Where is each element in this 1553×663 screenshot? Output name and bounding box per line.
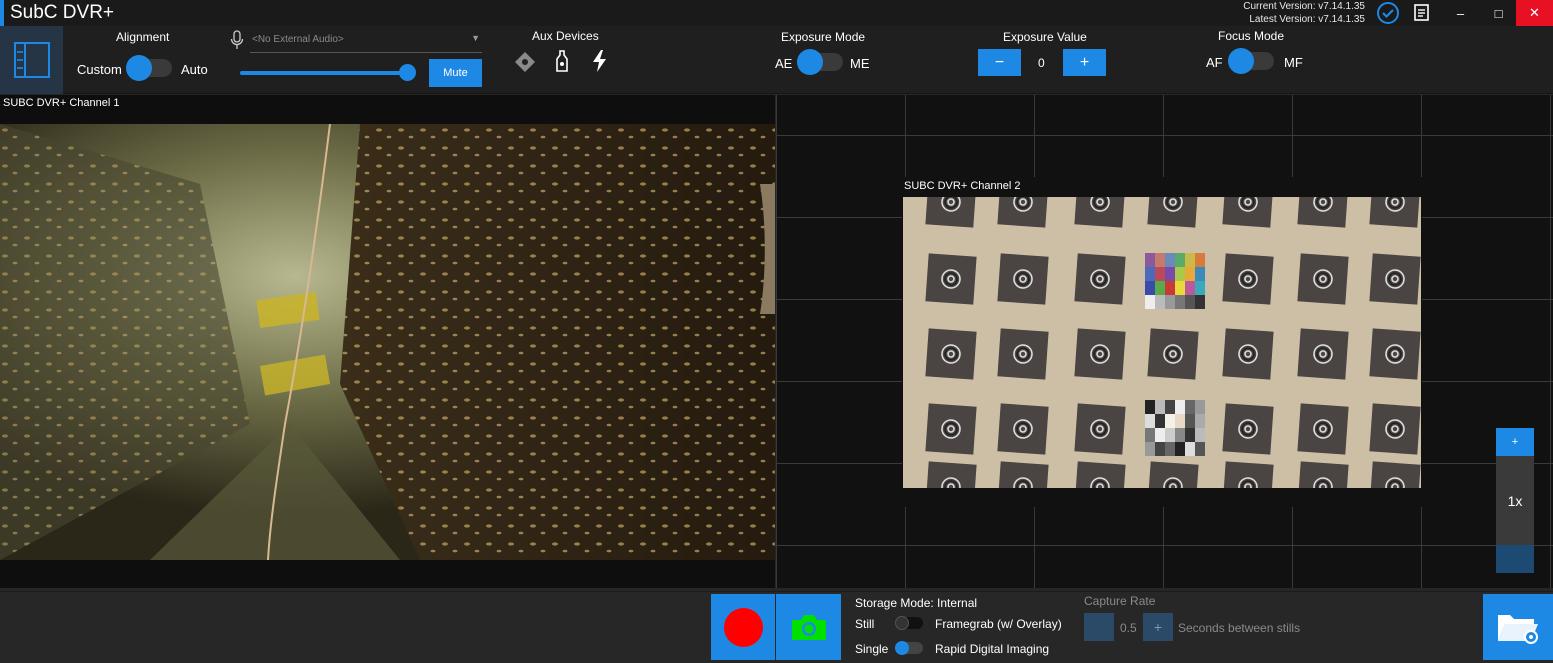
channel-2-title: SUBC DVR+ Channel 2 bbox=[904, 180, 1021, 192]
seconds-between-stills-label: Seconds between stills bbox=[1178, 621, 1301, 635]
focus-af-label: AF bbox=[1206, 55, 1223, 70]
exposure-value-label: Exposure Value bbox=[1003, 30, 1087, 44]
channel-2-video[interactable] bbox=[903, 176, 1421, 513]
capture-rate-increase-button[interactable]: + bbox=[1143, 613, 1173, 641]
framegrab-label: Framegrab (w/ Overlay) bbox=[935, 617, 1062, 631]
exposure-ae-label: AE bbox=[775, 56, 793, 71]
minimize-button[interactable]: – bbox=[1442, 0, 1479, 26]
volume-slider[interactable] bbox=[240, 71, 414, 75]
lamp-icon[interactable] bbox=[554, 49, 570, 78]
alignment-toggle[interactable] bbox=[126, 55, 172, 81]
record-icon bbox=[723, 607, 763, 647]
alignment-auto-label: Auto bbox=[181, 62, 208, 77]
camera-icon bbox=[791, 615, 826, 640]
chevron-down-icon: ▼ bbox=[471, 33, 480, 43]
exposure-increase-button[interactable]: + bbox=[1063, 49, 1106, 76]
alignment-custom-label: Custom bbox=[77, 62, 122, 77]
channel-1-video[interactable] bbox=[0, 123, 775, 561]
focus-mode-label: Focus Mode bbox=[1218, 29, 1285, 43]
zoom-in-button[interactable]: + bbox=[1496, 428, 1534, 456]
current-version: Current Version: v7.14.1.35 bbox=[1243, 1, 1365, 12]
exposure-mode-toggle[interactable] bbox=[797, 49, 843, 75]
open-folder-settings-button[interactable] bbox=[1483, 594, 1553, 660]
folder-settings-icon bbox=[1498, 615, 1538, 644]
focus-mf-label: MF bbox=[1284, 55, 1303, 70]
capture-still-button[interactable] bbox=[776, 594, 841, 660]
record-button[interactable] bbox=[711, 594, 775, 660]
capture-rate-decrease-button[interactable] bbox=[1084, 613, 1114, 641]
alignment-label: Alignment bbox=[116, 30, 170, 44]
zoom-out-button[interactable] bbox=[1496, 545, 1534, 573]
focus-mode-toggle[interactable] bbox=[1228, 48, 1274, 74]
audio-source-select[interactable]: <No External Audio> ▼ bbox=[250, 31, 482, 53]
laser-icon[interactable] bbox=[514, 51, 536, 78]
flash-icon[interactable] bbox=[590, 49, 608, 78]
sidebar-icon bbox=[13, 42, 50, 78]
single-label: Single bbox=[855, 642, 889, 656]
latest-version: Latest Version: v7.14.1.35 bbox=[1249, 14, 1365, 25]
single-mode-toggle[interactable] bbox=[895, 641, 923, 655]
aux-devices-label: Aux Devices bbox=[532, 29, 599, 43]
sidebar-toggle-button[interactable] bbox=[0, 26, 63, 94]
exposure-mode-label: Exposure Mode bbox=[781, 30, 866, 44]
app-title: SubC DVR+ bbox=[10, 2, 115, 23]
still-label: Still bbox=[855, 617, 875, 631]
storage-mode-label: Storage Mode: Internal bbox=[855, 596, 978, 610]
title-accent bbox=[0, 0, 4, 26]
still-mode-toggle[interactable] bbox=[895, 616, 923, 630]
capture-rate-value: 0.5 bbox=[1120, 621, 1137, 635]
rapid-digital-imaging-label: Rapid Digital Imaging bbox=[935, 642, 1050, 656]
mute-button[interactable]: Mute bbox=[429, 59, 482, 87]
exposure-value: 0 bbox=[1038, 56, 1045, 70]
microphone-icon bbox=[230, 30, 244, 55]
close-button[interactable]: ✕ bbox=[1516, 0, 1553, 26]
volume-slider-thumb[interactable] bbox=[399, 64, 416, 81]
exposure-decrease-button[interactable]: − bbox=[978, 49, 1021, 76]
audio-source-value: <No External Audio> bbox=[252, 34, 344, 45]
app-window: SubC DVR+ Current Version: v7.14.1.35 La… bbox=[0, 0, 1553, 663]
notes-icon[interactable] bbox=[1413, 3, 1431, 28]
exposure-me-label: ME bbox=[850, 56, 870, 71]
channel-1-title: SUBC DVR+ Channel 1 bbox=[3, 97, 120, 109]
zoom-level: 1x bbox=[1496, 456, 1534, 545]
capture-rate-label: Capture Rate bbox=[1084, 594, 1156, 608]
maximize-button[interactable]: □ bbox=[1480, 0, 1517, 26]
